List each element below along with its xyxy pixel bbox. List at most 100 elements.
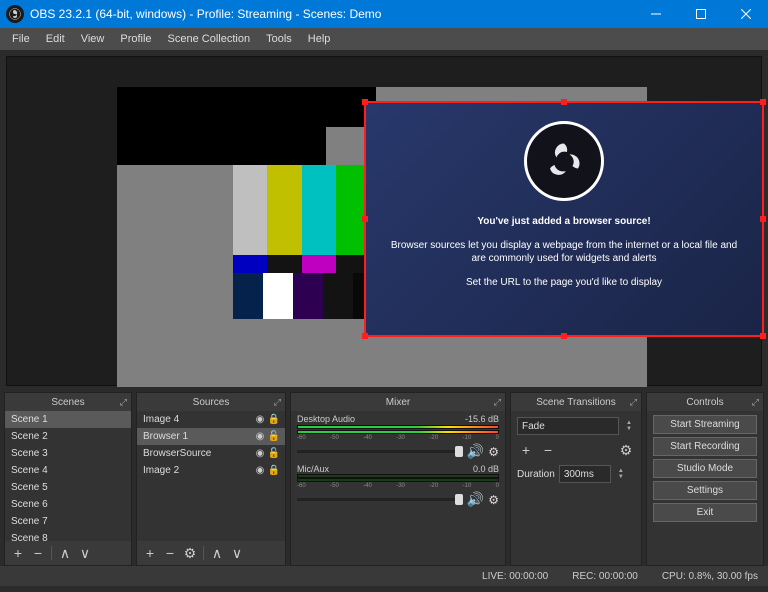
source-item[interactable]: Image 2◉🔒 bbox=[137, 462, 285, 479]
sources-panel: Sources ⤢ Image 4◉🔒 Browser 1◉🔓 BrowserSo… bbox=[136, 392, 286, 566]
eye-icon[interactable]: ◉ bbox=[253, 448, 267, 459]
gear-icon[interactable]: ⚙ bbox=[488, 445, 499, 459]
channel-db: 0.0 dB bbox=[473, 464, 499, 474]
popout-icon[interactable]: ⤢ bbox=[494, 397, 501, 408]
scenes-title: Scenes bbox=[51, 397, 84, 408]
scene-item[interactable]: Scene 2 bbox=[5, 428, 131, 445]
meter-ticks: -60-50-40-30-20-100 bbox=[297, 435, 499, 441]
remove-icon[interactable]: − bbox=[161, 544, 179, 562]
transitions-panel: Scene Transitions ⤢ Fade ▲▼ + − ⚙ Duratio… bbox=[510, 392, 642, 566]
lock-icon[interactable]: 🔓 bbox=[267, 448, 281, 459]
eye-icon[interactable]: ◉ bbox=[253, 431, 267, 442]
lock-icon[interactable]: 🔒 bbox=[267, 465, 281, 476]
volume-slider[interactable] bbox=[297, 450, 463, 453]
status-live: LIVE: 00:00:00 bbox=[482, 571, 548, 582]
duration-input[interactable]: 300ms bbox=[559, 465, 611, 483]
gear-icon[interactable]: ⚙ bbox=[488, 493, 499, 507]
add-icon[interactable]: + bbox=[141, 544, 159, 562]
scenes-panel: Scenes ⤢ Scene 1 Scene 2 Scene 3 Scene 4 … bbox=[4, 392, 132, 566]
channel-name: Desktop Audio bbox=[297, 414, 355, 424]
source-item[interactable]: Image 4◉🔒 bbox=[137, 411, 285, 428]
menu-tools[interactable]: Tools bbox=[258, 31, 300, 47]
vu-meter bbox=[297, 430, 499, 434]
remove-icon[interactable]: − bbox=[29, 544, 47, 562]
sources-list[interactable]: Image 4◉🔒 Browser 1◉🔓 BrowserSource◉🔓 Im… bbox=[137, 411, 285, 541]
transition-select[interactable]: Fade bbox=[517, 417, 619, 435]
controls-panel: Controls ⤢ Start Streaming Start Recordin… bbox=[646, 392, 764, 566]
titlebar: OBS 23.2.1 (64-bit, windows) - Profile: … bbox=[0, 0, 768, 28]
spinner-icon[interactable]: ▲▼ bbox=[615, 468, 627, 480]
scene-item[interactable]: Scene 3 bbox=[5, 445, 131, 462]
controls-title: Controls bbox=[686, 397, 723, 408]
speaker-icon[interactable]: 🔊 bbox=[467, 443, 484, 460]
popout-icon[interactable]: ⤢ bbox=[630, 397, 637, 408]
mixer-title: Mixer bbox=[386, 397, 410, 408]
meter-ticks: -60-50-40-30-20-100 bbox=[297, 483, 499, 489]
status-rec: REC: 00:00:00 bbox=[572, 571, 638, 582]
statusbar: LIVE: 00:00:00 REC: 00:00:00 CPU: 0.8%, … bbox=[0, 566, 768, 586]
volume-slider[interactable] bbox=[297, 498, 463, 501]
transitions-title: Scene Transitions bbox=[536, 397, 616, 408]
add-icon[interactable]: + bbox=[517, 441, 535, 459]
preview-area[interactable]: You've just added a browser source! Brow… bbox=[6, 56, 762, 386]
lock-icon[interactable]: 🔒 bbox=[267, 414, 281, 425]
menu-scene-collection[interactable]: Scene Collection bbox=[160, 31, 259, 47]
status-cpu: CPU: 0.8%, 30.00 fps bbox=[662, 571, 758, 582]
mixer-channel: Mic/Aux 0.0 dB -60-50-40-30-20-100 🔊 ⚙ bbox=[291, 461, 505, 509]
start-streaming-button[interactable]: Start Streaming bbox=[653, 415, 757, 434]
menu-profile[interactable]: Profile bbox=[112, 31, 159, 47]
popout-icon[interactable]: ⤢ bbox=[274, 397, 281, 408]
maximize-button[interactable] bbox=[678, 0, 723, 28]
mixer-channel: Desktop Audio -15.6 dB -60-50-40-30-20-10… bbox=[291, 411, 505, 461]
menu-help[interactable]: Help bbox=[300, 31, 339, 47]
add-icon[interactable]: + bbox=[9, 544, 27, 562]
scene-item[interactable]: Scene 1 bbox=[5, 411, 131, 428]
popout-icon[interactable]: ⤢ bbox=[752, 397, 759, 408]
browser-msg-3: Set the URL to the page you'd like to di… bbox=[388, 276, 740, 290]
browser-msg-1: You've just added a browser source! bbox=[388, 215, 740, 229]
app-icon bbox=[6, 5, 24, 23]
move-down-icon[interactable]: ∨ bbox=[76, 544, 94, 562]
menubar: File Edit View Profile Scene Collection … bbox=[0, 28, 768, 50]
spinner-icon[interactable]: ▲▼ bbox=[623, 420, 635, 432]
start-recording-button[interactable]: Start Recording bbox=[653, 437, 757, 456]
gear-icon[interactable]: ⚙ bbox=[617, 441, 635, 459]
scene-item[interactable]: Scene 8 bbox=[5, 530, 131, 541]
channel-name: Mic/Aux bbox=[297, 464, 329, 474]
window-title: OBS 23.2.1 (64-bit, windows) - Profile: … bbox=[30, 7, 633, 21]
remove-icon[interactable]: − bbox=[539, 441, 557, 459]
move-up-icon[interactable]: ∧ bbox=[56, 544, 74, 562]
exit-button[interactable]: Exit bbox=[653, 503, 757, 522]
eye-icon[interactable]: ◉ bbox=[253, 465, 267, 476]
channel-db: -15.6 dB bbox=[465, 414, 499, 424]
move-down-icon[interactable]: ∨ bbox=[228, 544, 246, 562]
scene-item[interactable]: Scene 5 bbox=[5, 479, 131, 496]
obs-logo-icon bbox=[524, 121, 604, 201]
settings-button[interactable]: Settings bbox=[653, 481, 757, 500]
scene-item[interactable]: Scene 4 bbox=[5, 462, 131, 479]
source-item[interactable]: BrowserSource◉🔓 bbox=[137, 445, 285, 462]
scene-item[interactable]: Scene 6 bbox=[5, 496, 131, 513]
speaker-icon[interactable]: 🔊 bbox=[467, 491, 484, 508]
move-up-icon[interactable]: ∧ bbox=[208, 544, 226, 562]
menu-file[interactable]: File bbox=[4, 31, 38, 47]
minimize-button[interactable] bbox=[633, 0, 678, 28]
close-button[interactable] bbox=[723, 0, 768, 28]
vu-meter bbox=[297, 425, 499, 429]
mixer-panel: Mixer ⤢ Desktop Audio -15.6 dB -60-50-40-3… bbox=[290, 392, 506, 566]
duration-label: Duration bbox=[517, 469, 555, 480]
vu-meter bbox=[297, 478, 499, 482]
studio-mode-button[interactable]: Studio Mode bbox=[653, 459, 757, 478]
menu-edit[interactable]: Edit bbox=[38, 31, 73, 47]
scene-item[interactable]: Scene 7 bbox=[5, 513, 131, 530]
sources-title: Sources bbox=[193, 397, 230, 408]
lock-icon[interactable]: 🔓 bbox=[267, 431, 281, 442]
browser-source-overlay[interactable]: You've just added a browser source! Brow… bbox=[364, 101, 764, 337]
popout-icon[interactable]: ⤢ bbox=[120, 397, 127, 408]
preview-black-1 bbox=[117, 87, 326, 165]
scenes-list[interactable]: Scene 1 Scene 2 Scene 3 Scene 4 Scene 5 … bbox=[5, 411, 131, 541]
gear-icon[interactable]: ⚙ bbox=[181, 544, 199, 562]
menu-view[interactable]: View bbox=[73, 31, 113, 47]
source-item[interactable]: Browser 1◉🔓 bbox=[137, 428, 285, 445]
eye-icon[interactable]: ◉ bbox=[253, 414, 267, 425]
